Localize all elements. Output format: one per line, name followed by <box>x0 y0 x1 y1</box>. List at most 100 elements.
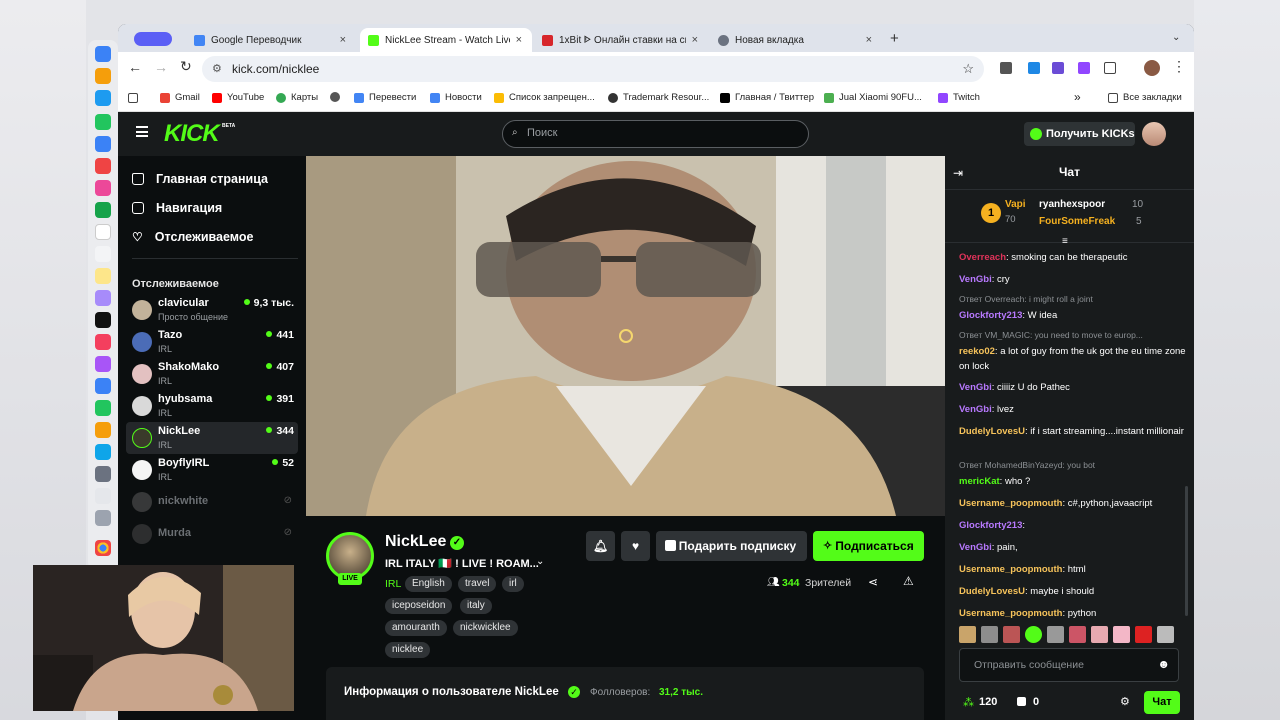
music-icon[interactable] <box>95 334 111 350</box>
pinned-toggle-chevron-icon[interactable]: ≡ <box>1062 236 1068 247</box>
leaderboard-user[interactable]: FourSomeFreak <box>1039 216 1115 227</box>
kicks-balance-count[interactable]: 0 <box>1033 696 1039 708</box>
podcasts-icon[interactable] <box>95 356 111 372</box>
emote-icon[interactable] <box>1135 626 1152 643</box>
search-input[interactable]: ⌕ Поиск <box>502 120 809 148</box>
tab-search-icon[interactable] <box>134 32 172 46</box>
emote-icon[interactable] <box>959 626 976 643</box>
chat-username[interactable]: reeko02 <box>959 346 995 357</box>
photos-icon[interactable] <box>95 180 111 196</box>
chat-username[interactable]: mericKat <box>959 476 1000 487</box>
report-warning-icon[interactable]: ⚠ <box>903 574 914 588</box>
bookmark-globe[interactable] <box>330 92 345 102</box>
safari-icon[interactable] <box>95 90 111 106</box>
emoji-picker-icon[interactable]: ☻ <box>1157 657 1170 671</box>
emote-icon[interactable] <box>1157 626 1174 643</box>
bookmark-trademark[interactable]: Trademark Resour... <box>608 92 709 103</box>
stream-category-link[interactable]: IRL <box>385 578 401 590</box>
tag-pill[interactable]: English <box>405 576 452 592</box>
new-tab-button[interactable]: + <box>890 30 899 47</box>
address-bar[interactable]: ⚙ kick.com/nicklee ☆ <box>202 56 984 82</box>
tag-pill[interactable]: nickwicklee <box>453 620 518 636</box>
calendar-icon[interactable] <box>95 224 111 240</box>
chat-username[interactable]: Username_poopmouth <box>959 608 1062 619</box>
contacts-icon[interactable] <box>95 246 111 262</box>
followed-channel-nickwhite[interactable]: nickwhite ⊘ <box>126 486 298 518</box>
emote-icon[interactable] <box>1091 626 1108 643</box>
messages-icon[interactable] <box>95 114 111 130</box>
bookmark-news[interactable]: Новости <box>430 92 482 103</box>
emote-icon[interactable] <box>1069 626 1086 643</box>
utility-icon[interactable] <box>95 510 111 526</box>
bookmark-star-icon[interactable]: ☆ <box>962 56 974 82</box>
follow-heart-button[interactable]: ♥ <box>621 531 650 561</box>
emote-icon[interactable] <box>1025 626 1042 643</box>
channel-points-count[interactable]: 120 <box>979 696 997 708</box>
kick-logo[interactable]: KICK <box>164 120 220 148</box>
emote-icon[interactable] <box>981 626 998 643</box>
tag-pill[interactable]: amouranth <box>385 620 447 636</box>
bookmark-maps[interactable]: Карты <box>276 92 318 103</box>
tab-list-chevron-down-icon[interactable]: ⌄ <box>1172 32 1180 43</box>
chat-username[interactable]: Glockforty213 <box>959 310 1022 321</box>
followed-channel-tazo[interactable]: Tazo IRL 441 <box>126 326 298 358</box>
app-store-icon[interactable] <box>95 444 111 460</box>
chat-username[interactable]: DudelyLovesU <box>959 426 1025 437</box>
subscribe-button[interactable]: ✧ Подписаться <box>813 531 924 561</box>
bookmark-translate[interactable]: Перевести <box>354 92 416 103</box>
close-tab-icon[interactable]: × <box>516 34 522 46</box>
chrome-icon[interactable] <box>95 540 111 556</box>
chat-username[interactable]: VenGbi <box>959 542 992 553</box>
tab-kick-nicklee[interactable]: NickLee Stream - Watch Live × <box>360 28 532 52</box>
chat-username[interactable]: VenGbi <box>959 404 992 415</box>
extension-shield-icon[interactable] <box>1028 62 1040 74</box>
expand-title-chevron-down-icon[interactable]: ⌄ <box>536 556 544 567</box>
numbers-icon[interactable] <box>95 400 111 416</box>
leaderboard-user[interactable]: ryanhexspoor <box>1039 199 1105 210</box>
followed-channel-nicklee[interactable]: NickLee IRL 344 <box>126 422 298 454</box>
apple-tv-icon[interactable] <box>95 312 111 328</box>
apps-grid-icon[interactable] <box>128 93 138 103</box>
finder-icon[interactable] <box>95 46 111 62</box>
chat-username[interactable]: Glockforty213 <box>959 520 1022 531</box>
bookmark-youtube[interactable]: YouTube <box>212 92 264 103</box>
tag-pill[interactable]: irl <box>502 576 524 592</box>
followed-channel-shakomako[interactable]: ShakoMako IRL 407 <box>126 358 298 390</box>
extensions-puzzle-icon[interactable] <box>1104 62 1116 74</box>
freeform-icon[interactable] <box>95 290 111 306</box>
browser-menu-kebab-icon[interactable]: ⋮ <box>1172 58 1186 75</box>
maps-icon[interactable] <box>95 158 111 174</box>
close-tab-icon[interactable]: × <box>340 34 346 46</box>
tag-pill[interactable]: travel <box>458 576 497 592</box>
bookmark-xiaomi[interactable]: Jual Xiaomi 90FU... <box>824 92 922 103</box>
chat-message-input[interactable]: Отправить сообщение ☻ <box>959 648 1179 682</box>
bookmarks-overflow-button[interactable]: » <box>1074 90 1081 104</box>
followed-channel-murda[interactable]: Murda ⊘ <box>126 518 298 550</box>
nav-home[interactable]: Главная страница <box>132 172 268 186</box>
share-icon[interactable]: ⋖ <box>868 575 878 589</box>
all-bookmarks-button[interactable]: Все закладки <box>1108 92 1182 103</box>
extension-screenshot-icon[interactable] <box>1000 62 1012 74</box>
leaderboard-top-user[interactable]: Vapi <box>1005 199 1026 210</box>
chat-username[interactable]: VenGbi <box>959 274 992 285</box>
nav-following[interactable]: ♡ Отслеживаемое <box>132 230 253 244</box>
video-player[interactable] <box>306 156 945 516</box>
extension-twitch-icon[interactable] <box>1052 62 1064 74</box>
bookmark-banned-list[interactable]: Список запрещен... <box>494 92 595 103</box>
emote-icon[interactable] <box>1113 626 1130 643</box>
tab-new-tab[interactable]: Новая вкладка × <box>710 28 882 52</box>
system-settings-icon[interactable] <box>95 466 111 482</box>
tag-pill[interactable]: italy <box>460 598 492 614</box>
followed-channel-hyubsama[interactable]: hyubsama IRL 391 <box>126 390 298 422</box>
followed-channel-boyflyirl[interactable]: BoyflyIRL IRL 52 <box>126 454 298 486</box>
tag-pill[interactable]: iceposeidon <box>385 598 453 614</box>
facetime-icon[interactable] <box>95 202 111 218</box>
notes-icon[interactable] <box>95 268 111 284</box>
chat-username[interactable]: VenGbi <box>959 382 992 393</box>
send-chat-button[interactable]: Чат <box>1144 691 1180 714</box>
chat-username[interactable]: DudelyLovesU <box>959 586 1025 597</box>
followed-channel-clavicular[interactable]: clavicular Просто общение 9,3 тыс. <box>126 294 298 326</box>
gift-subscription-button[interactable]: Подарить подписку <box>656 531 807 561</box>
launchpad-icon[interactable] <box>95 68 111 84</box>
reload-icon[interactable]: ↻ <box>180 58 192 75</box>
